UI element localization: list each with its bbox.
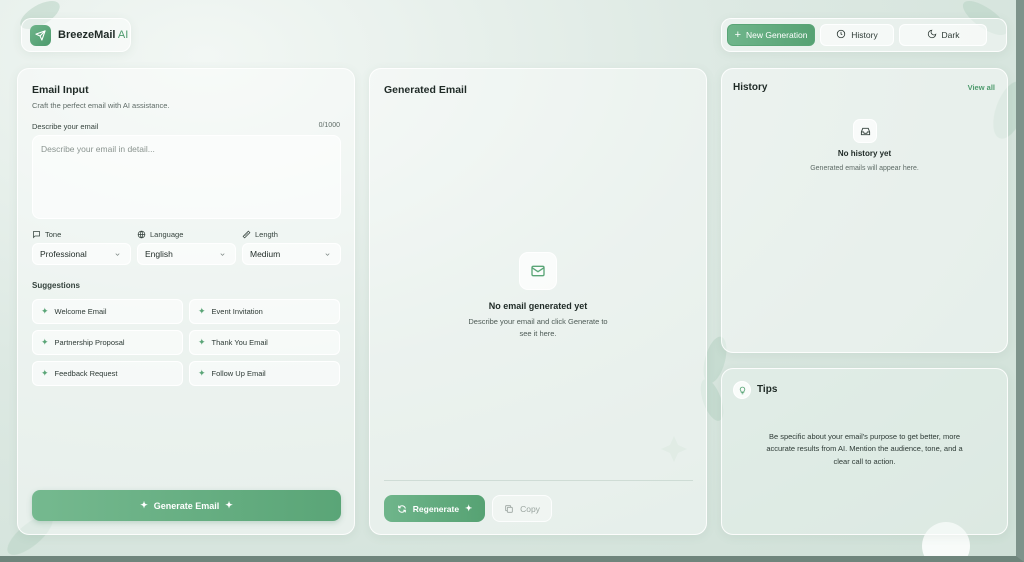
language-value: English (145, 249, 173, 259)
tips-title: Tips (757, 384, 778, 395)
copy-icon (505, 504, 513, 513)
chevron-down-icon (220, 252, 225, 256)
brand-name: BreezeMail AI (58, 29, 129, 41)
suggestion-chip[interactable]: ✦ Thank You Email (189, 330, 340, 355)
empty-state-line1: Describe your email and click Generate t… (468, 317, 608, 326)
empty-state-title: No email generated yet (488, 301, 588, 311)
sparkle-icon: ✦ (465, 503, 473, 513)
history-empty-subtitle: Generated emails will appear here. (810, 165, 919, 172)
char-count: 0/1000 (318, 122, 340, 129)
language-label-text: Language (150, 230, 184, 239)
tips-line3: clear call to action. (833, 457, 896, 466)
generate-email-button[interactable]: ✦ Generate Email ✦ (32, 490, 341, 521)
dark-mode-toggle[interactable]: Dark (899, 24, 987, 46)
lightbulb-icon (733, 381, 751, 399)
moon-icon (927, 29, 937, 41)
clock-icon (836, 29, 846, 41)
generated-email-title: Generated Email (384, 84, 467, 96)
mail-icon (519, 252, 557, 290)
ruler-icon (242, 230, 251, 239)
sparkle-icon: ✦ (140, 500, 148, 510)
history-title: History (733, 82, 768, 93)
suggestion-label: Welcome Email (54, 307, 107, 316)
plus-icon: + (734, 28, 741, 41)
suggestion-chip[interactable]: ✦ Feedback Request (32, 361, 183, 386)
suggestion-chip[interactable]: ✦ Event Invitation (189, 299, 340, 324)
globe-icon (137, 230, 146, 239)
tone-label-text: Tone (45, 230, 62, 239)
message-icon (33, 231, 40, 239)
tips-line1: Be specific about your email's purpose t… (768, 432, 961, 441)
suggestions-title: Suggestions (32, 281, 81, 290)
tone-select[interactable]: Professional (32, 243, 131, 265)
describe-label: Describe your email (32, 122, 99, 131)
brand-logo[interactable]: BreezeMail AI (21, 18, 131, 52)
sparkle-icon: ✦ (198, 306, 206, 316)
chevron-down-icon (115, 252, 120, 256)
sparkle-icon: ✦ (41, 368, 49, 378)
suggestion-chip[interactable]: ✦ Follow Up Email (189, 361, 340, 386)
tips-line2: accurate results from AI. Mention the au… (766, 444, 963, 453)
generated-email-panel: Generated Email No email generated yet D… (369, 68, 707, 535)
history-panel: History View all No history yet Generate… (721, 68, 1008, 353)
divider (384, 480, 693, 481)
tips-panel: Tips Be specific about your email's purp… (721, 368, 1008, 535)
empty-state-line2: see it here. (519, 329, 557, 338)
length-label-text: Length (255, 230, 278, 239)
sparkle-icon: ✦ (41, 306, 49, 316)
history-button[interactable]: History (820, 24, 894, 46)
view-all-link[interactable]: View all (968, 83, 995, 92)
email-input-title: Email Input (32, 84, 89, 96)
history-label: History (851, 30, 878, 40)
tone-value: Professional (40, 249, 87, 259)
language-label: Language (137, 230, 183, 239)
copy-label: Copy (520, 503, 540, 514)
suggestion-chip[interactable]: ✦ Welcome Email (32, 299, 183, 324)
new-generation-label: New Generation (746, 30, 808, 40)
suggestion-label: Follow Up Email (211, 369, 266, 378)
send-icon (30, 24, 51, 46)
regenerate-label: Regenerate (412, 503, 460, 514)
new-generation-button[interactable]: + New Generation (727, 24, 815, 46)
suggestion-label: Partnership Proposal (54, 338, 125, 347)
length-value: Medium (250, 249, 281, 259)
length-select[interactable]: Medium (242, 243, 341, 265)
suggestion-label: Feedback Request (54, 369, 118, 378)
generate-email-label: Generate Email (153, 500, 220, 511)
email-input-panel: Email Input Craft the perfect email with… (17, 68, 355, 535)
language-select[interactable]: English (137, 243, 236, 265)
sparkle-icon: ✦ (198, 337, 206, 347)
sparkle-icon: ✦ (225, 500, 233, 510)
history-empty-title: No history yet (837, 149, 892, 158)
suggestion-label: Thank You Email (211, 338, 268, 347)
length-label: Length (242, 230, 278, 239)
sparkle-icon: ✦ (198, 368, 206, 378)
regenerate-button[interactable]: Regenerate ✦ (384, 495, 485, 522)
email-input-subtitle: Craft the perfect email with AI assistan… (32, 101, 170, 110)
sparkle-icon: ✦ (41, 337, 49, 347)
chevron-down-icon (325, 252, 330, 256)
email-description-input[interactable] (32, 135, 341, 219)
suggestion-chip[interactable]: ✦ Partnership Proposal (32, 330, 183, 355)
refresh-icon (397, 504, 406, 513)
top-nav: + New Generation History Dark (721, 18, 1007, 52)
tone-label: Tone (32, 230, 61, 239)
inbox-icon (853, 119, 877, 143)
copy-button[interactable]: Copy (492, 495, 552, 522)
dark-label: Dark (941, 30, 960, 40)
suggestion-label: Event Invitation (211, 307, 263, 316)
